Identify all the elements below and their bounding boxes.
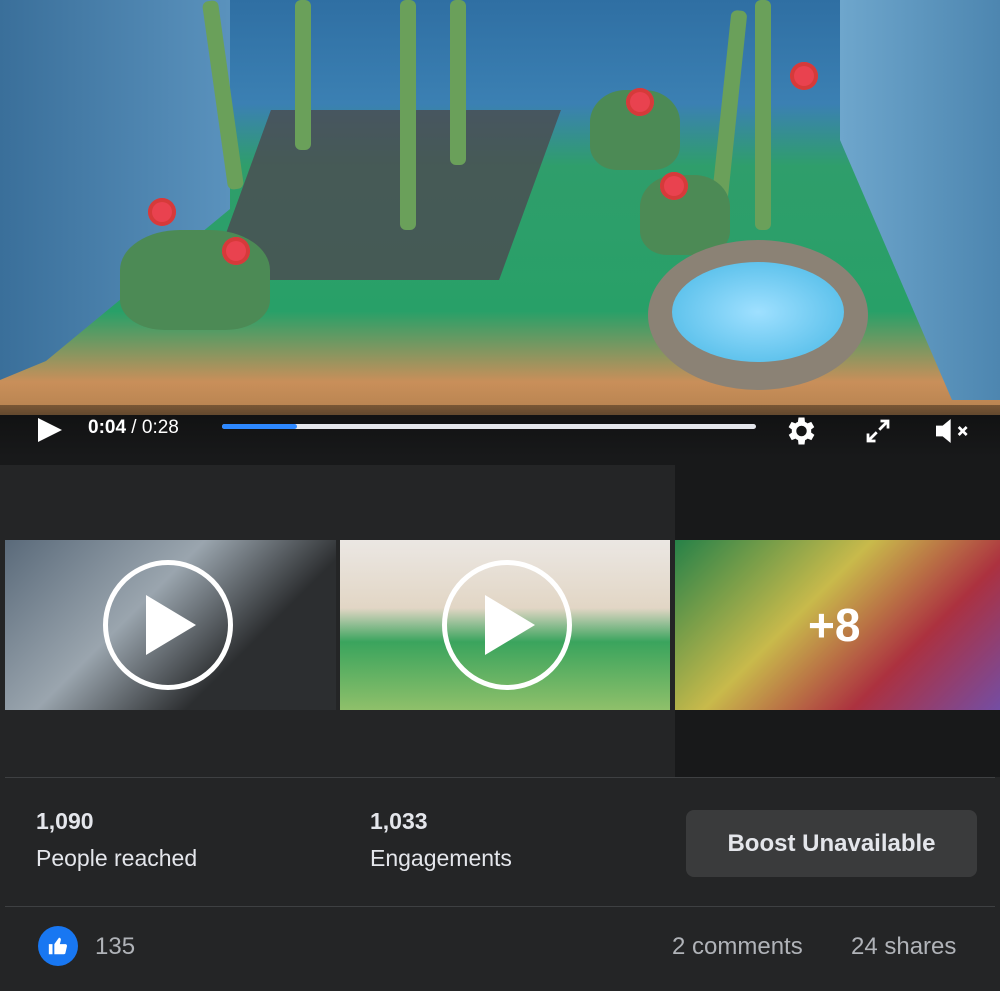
scene-bamboo (295, 0, 311, 150)
play-icon[interactable] (34, 415, 64, 445)
progress-fill (222, 424, 297, 429)
scene-flower (626, 88, 654, 116)
divider (5, 777, 995, 778)
engagement-value: 1,033 (370, 808, 428, 834)
divider (5, 906, 995, 907)
scene-flower (790, 62, 818, 90)
more-count[interactable]: +8 (808, 598, 860, 652)
video-controls: 0:04 / 0:28 (0, 405, 1000, 457)
reach-label: People reached (36, 845, 198, 871)
time-separator: / (126, 417, 142, 438)
muted-speaker-icon[interactable] (932, 411, 972, 451)
play-icon (485, 595, 535, 655)
scene-bamboo (400, 0, 416, 230)
video-player[interactable]: 0:04 / 0:28 (0, 0, 1000, 465)
boost-button[interactable]: Boost Unavailable (686, 810, 977, 877)
thumbs-up-icon[interactable] (38, 926, 78, 966)
scene-pond-water (672, 262, 844, 362)
like-count[interactable]: 135 (95, 933, 135, 961)
scene-flower (660, 172, 688, 200)
scene-bamboo (450, 0, 466, 165)
video-thumbnail-2[interactable] (340, 540, 670, 710)
gear-icon[interactable] (780, 411, 820, 451)
play-circle-icon (442, 560, 572, 690)
scene-flower (148, 198, 176, 226)
engagement-label: Engagements (370, 845, 512, 871)
current-time: 0:04 (88, 417, 127, 438)
fullscreen-icon[interactable] (858, 411, 898, 451)
progress-bar[interactable] (222, 424, 756, 429)
comments-link[interactable]: 2 comments (672, 933, 803, 961)
scene-wall-right (840, 0, 1000, 400)
shares-link[interactable]: 24 shares (851, 933, 956, 961)
reach-value: 1,090 (36, 808, 94, 834)
video-time: 0:04 / 0:28 (88, 417, 179, 439)
video-thumbnail-1[interactable] (5, 540, 336, 710)
video-frame[interactable] (0, 0, 1000, 415)
play-icon (146, 595, 196, 655)
scene-bamboo (755, 0, 771, 230)
scene-flower (222, 237, 250, 265)
duration: 0:28 (141, 417, 179, 438)
play-circle-icon (103, 560, 233, 690)
